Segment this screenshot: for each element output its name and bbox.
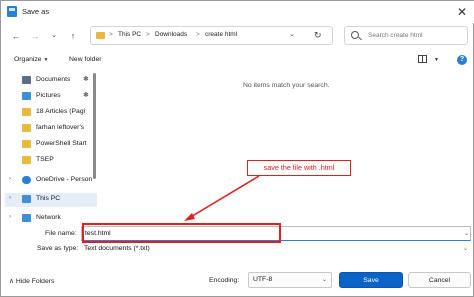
breadcrumb-this-pc[interactable]: This PC: [118, 31, 141, 38]
dialog-title: Save as: [22, 7, 50, 16]
breadcrumb-separator-icon: >: [109, 31, 113, 38]
nav-item-this-pc[interactable]: › This PC: [5, 193, 97, 207]
help-icon[interactable]: ?: [457, 55, 467, 65]
computer-icon: [22, 195, 31, 203]
nav-item-powershell-start[interactable]: PowerShell Start: [5, 138, 97, 152]
breadcrumb-separator-icon: >: [196, 31, 200, 38]
up-arrow-icon[interactable]: ↑: [66, 29, 80, 43]
file-name-dropdown-icon[interactable]: ⌄: [464, 230, 469, 237]
nav-item-18-articles[interactable]: 18 Articles (Pagi: [5, 106, 97, 120]
organize-label: Organize: [14, 56, 42, 63]
recent-locations-chevron-icon[interactable]: ⌄: [47, 29, 61, 43]
encoding-label: Encoding:: [209, 277, 240, 284]
expand-chevron-icon[interactable]: ›: [9, 176, 11, 182]
annotation-callout: save the file with .html: [247, 160, 351, 176]
caret-down-icon: ▼: [43, 57, 49, 63]
pictures-icon: [22, 92, 31, 100]
nav-item-documents[interactable]: Documents ✱: [5, 74, 97, 88]
search-box[interactable]: Search create html: [344, 26, 468, 45]
breadcrumb-create-html[interactable]: create html: [205, 31, 237, 38]
nav-item-label: Documents: [36, 76, 71, 83]
hide-folders-label: Hide Folders: [15, 278, 55, 285]
nav-item-tsep[interactable]: TSEP: [5, 154, 97, 168]
nav-item-label: Pictures: [36, 92, 61, 99]
nav-item-label: Network: [36, 214, 61, 221]
nav-item-network[interactable]: › Network: [5, 212, 97, 223]
nav-scrollbar-thumb[interactable]: [93, 73, 96, 179]
notepad-icon: [7, 6, 17, 17]
save-as-type-select[interactable]: Text documents (*.txt) ⌄: [81, 243, 471, 256]
documents-icon: [22, 76, 31, 84]
breadcrumb-separator-icon: >: [146, 31, 150, 38]
nav-item-onedrive[interactable]: › OneDrive - Person: [5, 174, 97, 188]
address-dropdown-icon[interactable]: ⌄: [289, 30, 295, 38]
nav-item-label: TSEP: [36, 156, 54, 163]
pin-icon: ✱: [83, 92, 89, 99]
view-caret-down-icon[interactable]: ▼: [434, 57, 439, 63]
folder-icon: [22, 108, 31, 116]
onedrive-icon: [22, 176, 31, 184]
organize-button[interactable]: Organize ▼: [14, 56, 48, 63]
save-button[interactable]: Save: [339, 272, 403, 288]
close-button[interactable]: ✕: [453, 3, 471, 21]
nav-item-label: PowerShell Start: [36, 140, 87, 147]
pin-icon: ✱: [83, 76, 89, 83]
encoding-value: UTF-8: [253, 276, 273, 283]
folder-icon: [22, 156, 31, 164]
search-icon: [351, 31, 359, 39]
expand-chevron-icon[interactable]: ›: [9, 214, 11, 220]
empty-folder-message: No items match your search.: [243, 82, 330, 89]
nav-item-label: farhan leftover's: [36, 124, 85, 131]
breadcrumb-downloads[interactable]: Downloads: [155, 31, 187, 38]
nav-item-label: This PC: [36, 195, 61, 202]
hide-folders-toggle[interactable]: ∧ Hide Folders: [9, 277, 54, 285]
refresh-icon[interactable]: ↻: [314, 30, 322, 41]
expand-chevron-icon[interactable]: ›: [9, 195, 11, 201]
nav-item-pictures[interactable]: Pictures ✱: [5, 90, 97, 104]
nav-item-label: OneDrive - Person: [36, 176, 93, 183]
view-options-icon[interactable]: [418, 55, 427, 63]
save-as-dialog: Save as ✕ ← → ⌄ ↑ > This PC > Downloads …: [0, 0, 474, 297]
address-bar[interactable]: > This PC > Downloads > create html: [90, 26, 333, 45]
new-folder-button[interactable]: New folder: [69, 56, 102, 63]
save-as-type-label: Save as type:: [37, 245, 79, 252]
nav-item-farhan-leftovers[interactable]: farhan leftover's: [5, 122, 97, 136]
file-name-label: File name:: [45, 230, 77, 237]
encoding-select[interactable]: UTF-8 ⌄: [248, 272, 332, 288]
save-as-type-dropdown-icon[interactable]: ⌄: [463, 245, 468, 252]
encoding-dropdown-icon: ⌄: [322, 277, 328, 283]
folder-icon: [22, 124, 31, 132]
title-bar: Save as ✕: [1, 1, 474, 23]
network-icon: [22, 214, 31, 222]
cancel-button[interactable]: Cancel: [408, 272, 471, 288]
search-input[interactable]: Search create html: [368, 32, 423, 39]
chevron-up-icon: ∧: [9, 278, 14, 285]
folder-icon: [22, 140, 31, 148]
save-as-type-value: Text documents (*.txt): [84, 245, 150, 252]
folder-icon: [96, 32, 105, 39]
navigation-pane: Documents ✱ Pictures ✱ 18 Articles (Pagi…: [1, 71, 97, 223]
forward-arrow-icon[interactable]: →: [28, 29, 42, 43]
back-arrow-icon[interactable]: ←: [9, 29, 23, 43]
annotation-highlight-box: [82, 223, 281, 243]
nav-item-label: 18 Articles (Pagi: [36, 108, 86, 115]
